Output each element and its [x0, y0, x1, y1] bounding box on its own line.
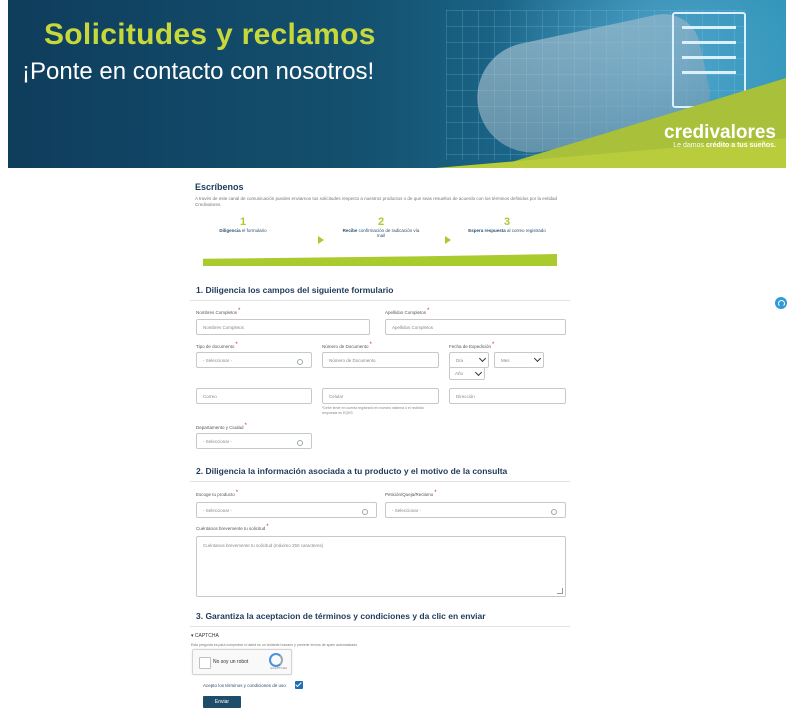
submit-button[interactable]: Enviar [203, 696, 241, 708]
nombres-label: Nombres Completos* [196, 308, 241, 315]
arrow-right-icon [445, 236, 451, 244]
apellidos-input[interactable]: Apellidos Completos [385, 319, 566, 335]
section-2-title: 2. Diligencia la información asociada a … [196, 466, 508, 476]
step-number: 2 [377, 216, 385, 228]
step-label: Diligencia el formulario [219, 228, 267, 233]
divider [190, 481, 570, 482]
producto-label: Escoge tu producto* [196, 490, 239, 497]
direccion-input[interactable]: Dirección [449, 388, 566, 404]
terms-label[interactable]: Acepto los términos y condiciones de uso [203, 683, 286, 688]
fecha-label: Fecha de Expedición* [449, 342, 495, 349]
num-doc-label: Número de Documento* [322, 342, 372, 349]
solicitud-placeholder: Cuéntanos brevemente tu solicitud (máxim… [203, 543, 324, 548]
headset-help-icon[interactable] [775, 297, 787, 309]
apellidos-label: Apellidos Completos* [385, 308, 430, 315]
depto-select[interactable]: - Seleccionar - [196, 433, 312, 449]
divider [190, 626, 570, 627]
banner-subtitle: ¡Ponte en contacto con nosotros! [22, 58, 375, 85]
recaptcha-checkbox[interactable] [199, 657, 211, 669]
page-title: Escríbenos [195, 182, 244, 192]
recaptcha-label: No soy un robot [213, 659, 249, 665]
correo-input[interactable]: Correo [196, 388, 312, 404]
steps-indicator: 1 Diligencia el formulario 2 Recibe conf… [203, 216, 557, 266]
brand-logo: credivalores [664, 122, 776, 143]
step-2: 2 Recibe confirmación de radicación vía … [341, 216, 421, 238]
document-icon [672, 12, 746, 108]
producto-select[interactable]: - Seleccionar - [196, 502, 377, 518]
step-label: Espera respuesta al correo registrado [468, 228, 546, 233]
step-number: 3 [503, 216, 511, 228]
num-doc-input[interactable]: Número de Documento [322, 352, 439, 368]
captcha-heading: ▾ CAPTCHA [191, 633, 219, 639]
depto-label: Departamento y Ciudad* [196, 423, 247, 430]
divider [190, 300, 570, 301]
step-1: 1 Diligencia el formulario [203, 216, 283, 233]
banner-title: Solicitudes y reclamos [44, 18, 376, 51]
brand-tagline: Le damos crédito a tus sueños. [673, 142, 776, 149]
hero-banner: Solicitudes y reclamos ¡Ponte en contact… [8, 0, 786, 168]
peticion-label: Petición/Queja/Reclamo* [385, 490, 437, 497]
peticion-select[interactable]: - Seleccionar - [385, 502, 566, 518]
terms-checkbox[interactable] [295, 681, 303, 689]
step-3: 3 Espera respuesta al correo registrado [467, 216, 547, 233]
steps-green-bar [203, 254, 557, 266]
step-number: 1 [239, 216, 247, 228]
resize-handle[interactable] [557, 588, 563, 594]
tipo-doc-select[interactable]: - Seleccionar - [196, 352, 312, 368]
section-1-title: 1. Diligencia los campos del siguiente f… [196, 285, 394, 295]
celular-input[interactable]: Celular [322, 388, 439, 404]
solicitud-textarea[interactable]: Cuéntanos brevemente tu solicitud (máxim… [196, 536, 566, 597]
recaptcha-logo-icon [269, 653, 283, 667]
intro-text: A través de este canal de comunicación p… [195, 196, 557, 207]
captcha-note: Esta pregunta es para comprobar si usted… [191, 643, 359, 647]
section-3-title: 3. Garantiza la aceptacion de términos y… [196, 611, 486, 621]
step-label: Recibe confirmación de radicación vía ma… [342, 228, 420, 238]
solicitud-label: Cuéntanos brevemente tu solicitud* [196, 524, 269, 531]
nombres-input[interactable]: Nombres Completos [196, 319, 370, 335]
tipo-doc-label: Tipo de documento* [196, 342, 238, 349]
recaptcha-brand: reCAPTCHA [269, 666, 287, 670]
celular-note: *Debe tener en cuenta registrarlo en nue… [322, 406, 424, 415]
recaptcha-widget: No soy un robot reCAPTCHA [192, 649, 292, 675]
arrow-right-icon [318, 236, 324, 244]
